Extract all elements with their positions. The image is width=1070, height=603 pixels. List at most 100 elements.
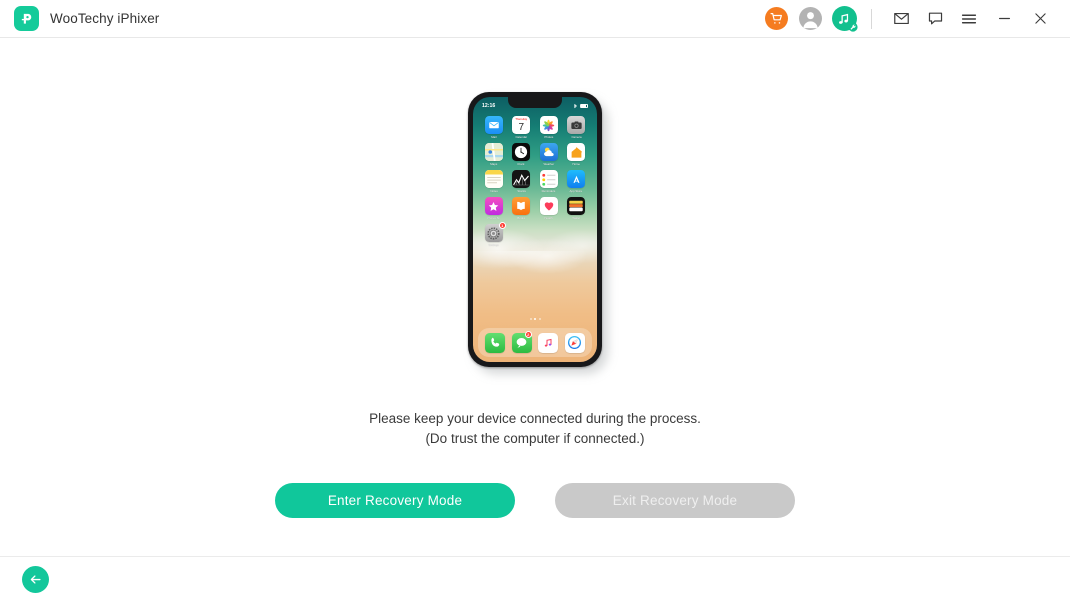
page-indicator-dots [473, 318, 597, 320]
app-label: Camera [571, 135, 582, 139]
chat-icon[interactable] [918, 0, 952, 38]
heart-glyph [544, 202, 553, 211]
minimize-glyph [998, 17, 1010, 20]
page-dot [529, 318, 532, 320]
phone-tile [485, 332, 506, 353]
home-app-icon[interactable]: Home [564, 143, 588, 166]
notice-line-2: (Do trust the computer if connected.) [425, 430, 645, 446]
stocks-tile [512, 170, 531, 188]
cart-circle [764, 7, 788, 30]
page-dot-active [534, 318, 536, 320]
close-icon[interactable] [1022, 0, 1058, 38]
bluetooth-icon [574, 103, 577, 108]
wallet-app-icon[interactable]: Wallet [564, 197, 588, 220]
app-label: Photos [544, 135, 554, 139]
iphone-frame: 12:16 Mail Thursday 7 Calendar Photos Ca… [468, 92, 602, 367]
reminders-app-icon[interactable]: Reminders [537, 170, 561, 193]
house-glyph [571, 146, 582, 158]
music-tile [538, 332, 559, 353]
user-glyph [802, 12, 818, 29]
messages-app-icon[interactable]: 2 [511, 330, 532, 353]
itunes-tile [484, 197, 503, 215]
music-note-glyph [545, 338, 552, 347]
books-tile [512, 197, 531, 215]
window-controls [759, 0, 1058, 37]
books-app-icon[interactable]: Books [509, 197, 533, 220]
status-indicators [573, 103, 588, 109]
safari-app-icon[interactable] [564, 332, 585, 353]
app-label: Maps [490, 162, 498, 166]
music-app-icon[interactable] [538, 332, 559, 353]
app-title: WooTechy iPhixer [50, 11, 160, 26]
footer-bar [0, 556, 1070, 602]
notes-app-icon[interactable]: Notes [482, 170, 506, 193]
exit-recovery-mode-button: Exit Recovery Mode [555, 483, 795, 518]
app-label: Clock [517, 162, 525, 166]
clock-glyph [515, 145, 528, 159]
clock-tile [512, 143, 531, 161]
calendar-day: 7 [518, 121, 525, 133]
settings-app-icon[interactable]: 1 Settings [482, 222, 506, 247]
hamburger-glyph [961, 14, 977, 23]
avatar [798, 7, 822, 30]
reminders-tile [539, 170, 558, 188]
photos-app-icon[interactable]: Photos [537, 116, 561, 139]
stocks-chart-glyph [513, 173, 530, 186]
mail-icon[interactable] [884, 0, 918, 38]
audio-repair-icon[interactable] [827, 0, 861, 38]
app-label: Weather [543, 162, 555, 166]
app-store-app-icon[interactable]: App Store [564, 170, 588, 193]
chat-bubble-glyph [928, 12, 942, 25]
maps-glyph [484, 143, 503, 161]
book-glyph [517, 201, 526, 211]
wrench-overlay-glyph [847, 22, 858, 32]
app-label: Settings [488, 243, 499, 247]
weather-tile [539, 143, 558, 161]
clock-app-icon[interactable]: Clock [509, 143, 533, 166]
cart-glyph [769, 13, 782, 24]
home-tile [567, 143, 586, 161]
camera-app-icon[interactable]: Camera [564, 116, 588, 139]
safari-tile [564, 332, 585, 353]
home-screen-app-grid: Mail Thursday 7 Calendar Photos Camera M… [473, 113, 597, 220]
weather-app-icon[interactable]: Weather [537, 143, 561, 166]
app-brand: WooTechy iPhixer [14, 6, 159, 31]
toolbar-divider [871, 8, 872, 29]
calendar-app-icon[interactable]: Thursday 7 Calendar [509, 116, 533, 139]
back-arrow-icon[interactable] [22, 566, 49, 593]
minimize-icon[interactable] [986, 0, 1022, 38]
music-circle [831, 6, 858, 32]
star-glyph [489, 201, 499, 211]
shop-cart-icon[interactable] [759, 0, 793, 38]
app-store-a-glyph [573, 175, 580, 183]
device-illustration: 12:16 Mail Thursday 7 Calendar Photos Ca… [468, 92, 608, 374]
itunes-store-app-icon[interactable]: iTunes St [482, 197, 506, 220]
mail-app-icon[interactable]: Mail [482, 116, 506, 139]
app-label: Reminders [541, 189, 556, 193]
health-app-icon[interactable]: Health [537, 197, 561, 220]
messages-badge: 2 [524, 330, 532, 338]
enter-recovery-mode-button[interactable]: Enter Recovery Mode [275, 483, 515, 518]
wootechy-p-logo-icon [14, 6, 39, 31]
maps-app-icon[interactable]: Maps [482, 143, 506, 166]
handset-glyph [491, 337, 499, 347]
app-label: Notes [490, 189, 498, 193]
camera-glyph [571, 120, 582, 129]
notes-glyph [484, 170, 503, 188]
stocks-app-icon[interactable]: Stocks [509, 170, 533, 193]
weather-glyph [543, 147, 554, 157]
connection-notice: Please keep your device connected during… [369, 409, 701, 448]
calendar-tile: Thursday 7 [512, 116, 531, 134]
wallpaper-sand [473, 250, 597, 278]
account-icon[interactable] [793, 0, 827, 38]
phone-app-icon[interactable] [485, 332, 506, 353]
mail-glyph [489, 122, 499, 129]
recovery-mode-actions: Enter Recovery Mode Exit Recovery Mode [275, 483, 795, 518]
wallet-tile [567, 197, 586, 215]
compass-glyph [568, 335, 582, 350]
settings-row: 1 Settings [473, 220, 597, 247]
iphone-screen: 12:16 Mail Thursday 7 Calendar Photos Ca… [473, 97, 597, 362]
menu-icon[interactable] [952, 0, 986, 38]
back-arrow-glyph [30, 575, 41, 584]
page-dot [538, 318, 541, 320]
